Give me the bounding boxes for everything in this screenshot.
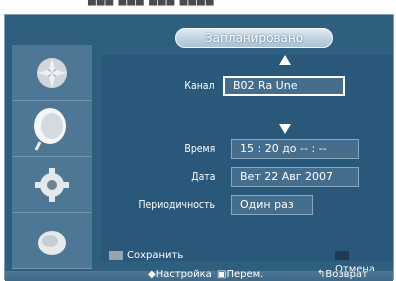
return-hint-label: Возврат <box>325 269 368 280</box>
setup-hint: ◆Настройка <box>148 269 212 280</box>
osd-menu: Запланировано Канал B02 Ra Une Время 15 … <box>4 14 394 281</box>
setup-hint-label: Настройка <box>155 269 212 280</box>
setup-icon[interactable] <box>12 157 92 213</box>
channel-field[interactable]: B02 Ra Une <box>223 76 345 96</box>
repeat-label: Периодичность <box>138 198 215 211</box>
save-button[interactable]: Сохранить <box>109 249 183 263</box>
diamond-icon: ◆ <box>148 269 156 280</box>
cancel-color-key <box>335 250 349 260</box>
picture-icon[interactable] <box>12 45 92 101</box>
date-label: Дата <box>190 170 215 183</box>
schedule-form-panel: Канал B02 Ra Une Время 15 : 20 до -- : -… <box>101 55 393 261</box>
input-icon[interactable] <box>12 213 92 269</box>
save-button-label: Сохранить <box>127 250 184 261</box>
move-hint: ▣Перем. <box>217 269 263 280</box>
arrow-up-icon[interactable] <box>279 55 291 65</box>
channel-label: Канал <box>184 79 215 92</box>
time-field[interactable]: 15 : 20 до -- : -- <box>231 139 359 159</box>
menu-icon-column <box>12 45 92 269</box>
ghost-text-block: ▀▀▀ ▀▀▀ ▀▀▀ ▀▀▀▀ <box>88 1 215 12</box>
date-field[interactable]: Вет 22 Авг 2007 <box>231 167 359 187</box>
time-label: Время <box>184 142 215 155</box>
repeat-field[interactable]: Один раз <box>231 195 313 215</box>
move-hint-label: Перем. <box>226 269 264 280</box>
arrow-down-icon[interactable] <box>279 124 291 134</box>
cancel-button[interactable]: Отмена <box>335 249 393 275</box>
sound-icon[interactable] <box>12 101 92 157</box>
save-color-key <box>109 250 123 260</box>
return-hint: ↰Возврат <box>317 269 368 280</box>
dialog-title: Запланировано <box>175 28 333 48</box>
